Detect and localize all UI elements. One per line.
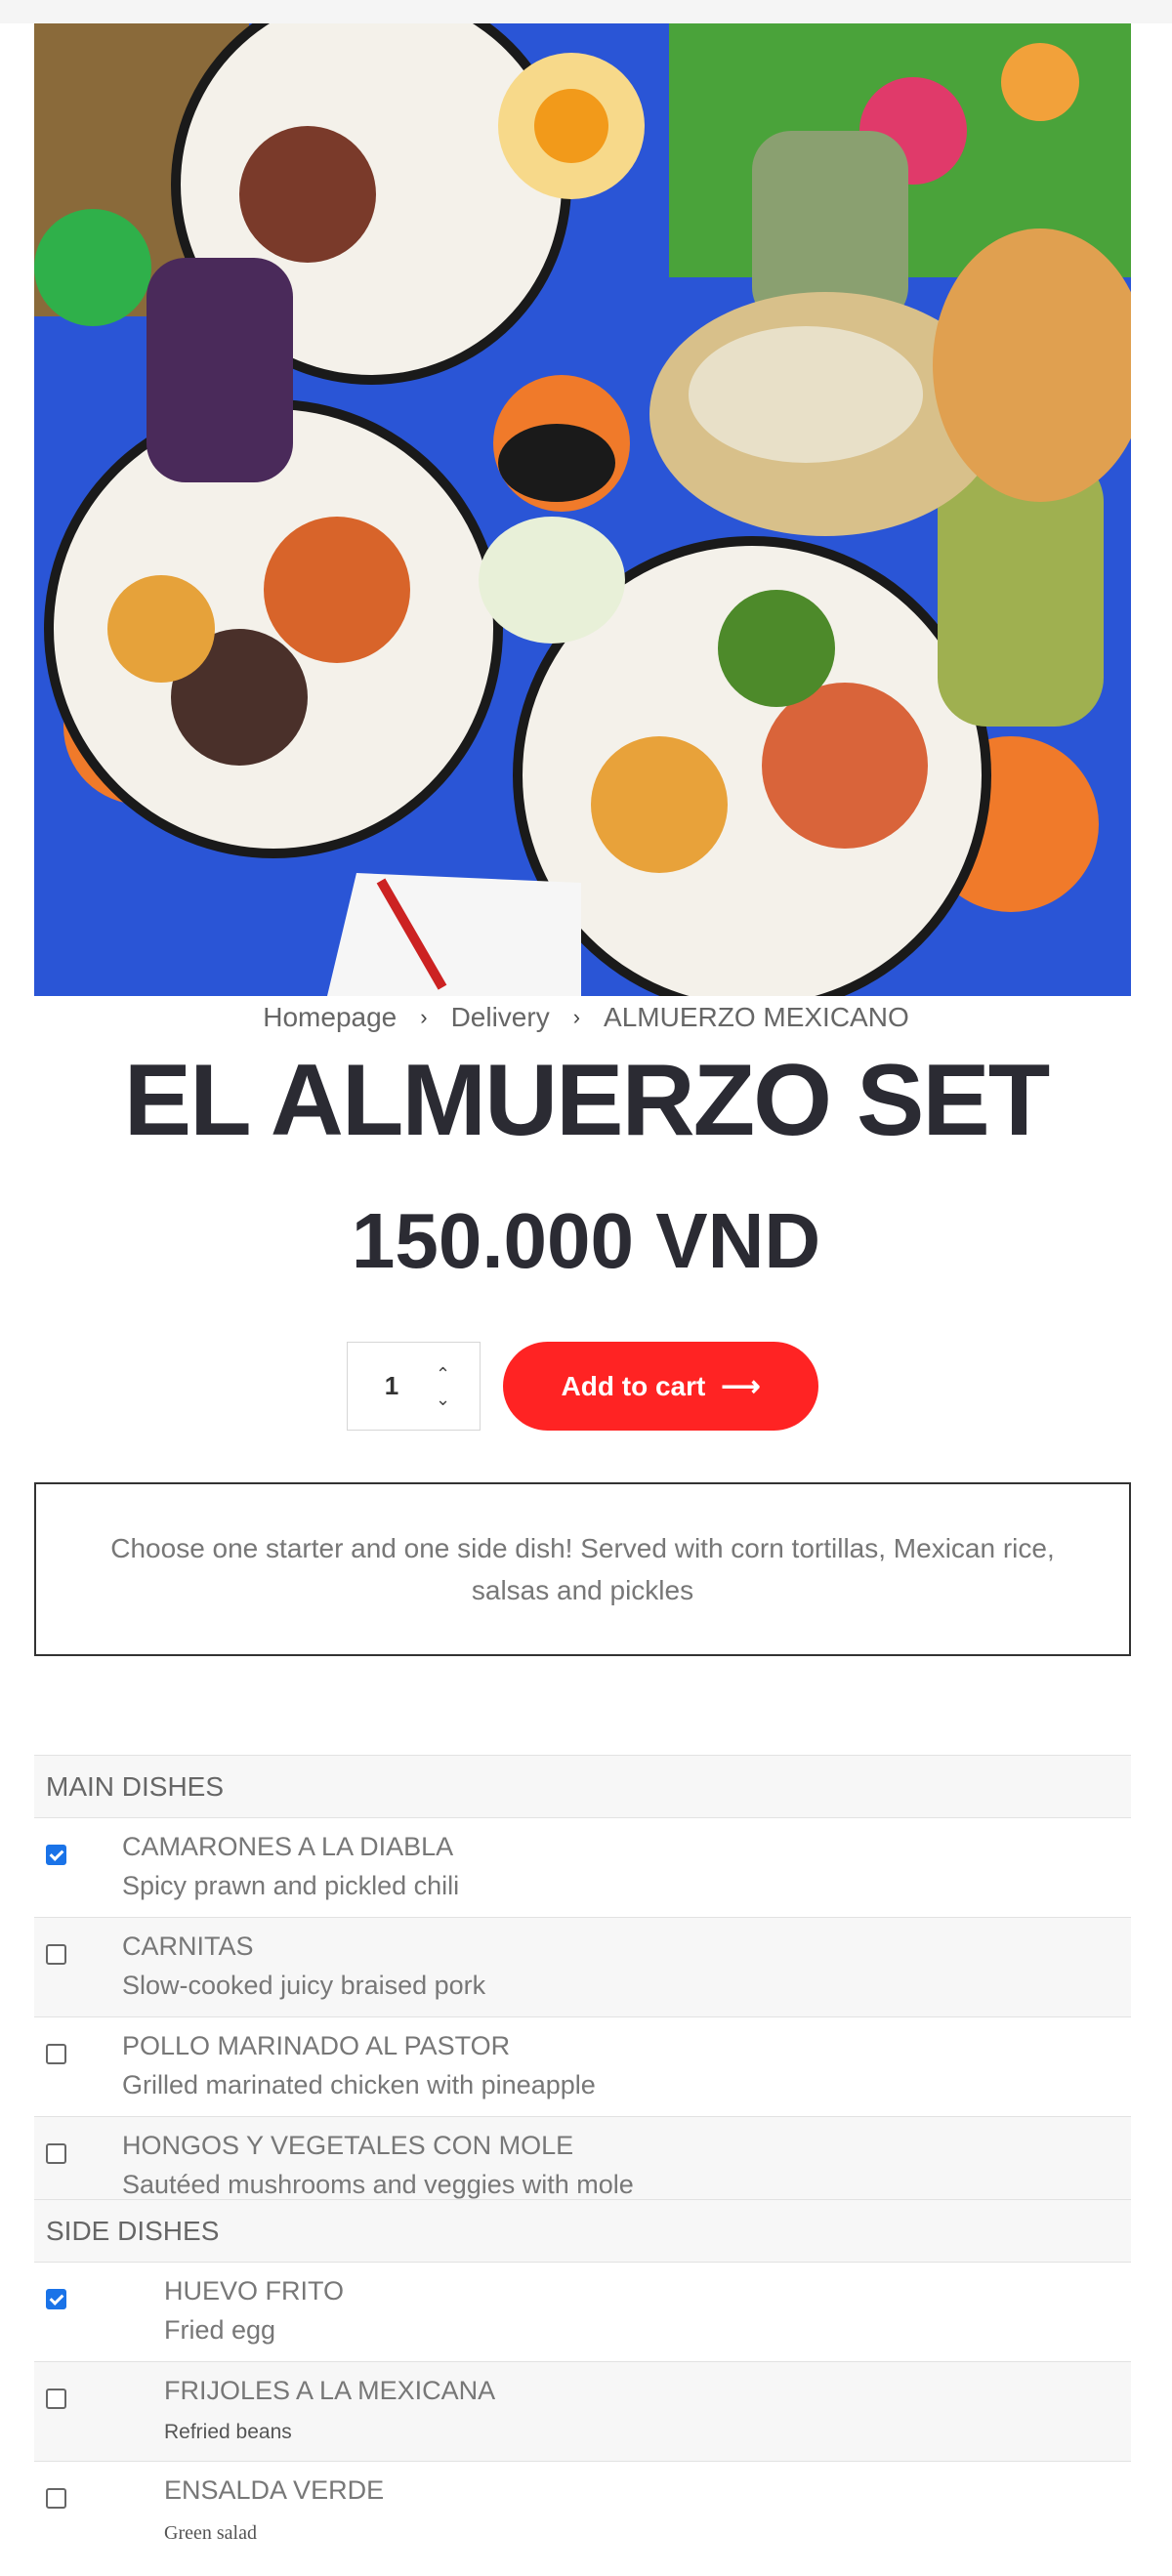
side-dishes-heading: SIDE DISHES: [34, 2199, 1131, 2263]
side-dish-checkbox[interactable]: [46, 2389, 66, 2409]
option-description: Sautéed mushrooms and veggies with mole: [122, 2170, 634, 2199]
side-dish-option[interactable]: ENSALDA VERDE Green salad: [34, 2462, 1131, 2561]
option-description: Grilled marinated chicken with pineapple: [122, 2070, 596, 2099]
chevron-down-icon[interactable]: ⌄: [436, 1391, 450, 1408]
chevron-up-icon[interactable]: ⌃: [436, 1365, 450, 1383]
main-dish-checkbox[interactable]: [46, 2044, 66, 2064]
breadcrumb-homepage-link[interactable]: Homepage: [263, 1002, 397, 1033]
option-description: Green salad: [164, 2522, 257, 2544]
side-dish-checkbox[interactable]: [46, 2289, 66, 2309]
option-name: HUEVO FRITO: [164, 2276, 345, 2306]
main-dish-checkbox[interactable]: [46, 1845, 66, 1865]
breadcrumb-delivery-link[interactable]: Delivery: [451, 1002, 550, 1033]
product-price: 150.000 VND: [351, 1197, 821, 1284]
quantity-stepper[interactable]: 1 ⌃ ⌄: [347, 1342, 481, 1431]
side-dish-checkbox[interactable]: [46, 2488, 66, 2509]
main-dish-checkbox[interactable]: [46, 1944, 66, 1965]
option-name: CAMARONES A LA DIABLA: [122, 1832, 454, 1861]
option-description: Spicy prawn and pickled chili: [122, 1871, 460, 1900]
option-description: Slow-cooked juicy braised pork: [122, 1971, 486, 2000]
arrow-right-icon: ⟶: [721, 1371, 761, 1401]
main-dish-option[interactable]: CAMARONES A LA DIABLA Spicy prawn and pi…: [34, 1818, 1131, 1918]
option-name: HONGOS Y VEGETALES CON MOLE: [122, 2131, 574, 2160]
quantity-value[interactable]: 1: [348, 1371, 436, 1401]
quantity-arrows: ⌃ ⌄: [436, 1365, 450, 1408]
product-description: Choose one starter and one side dish! Se…: [34, 1482, 1131, 1656]
option-name: POLLO MARINADO AL PASTOR: [122, 2031, 511, 2060]
option-description: Fried egg: [164, 2315, 276, 2345]
main-dish-option[interactable]: POLLO MARINADO AL PASTOR Grilled marinat…: [34, 2017, 1131, 2117]
add-to-cart-button[interactable]: Add to cart ⟶: [503, 1342, 818, 1431]
breadcrumb: Homepage › Delivery › ALMUERZO MEXICANO: [0, 996, 1172, 1039]
breadcrumb-current: ALMUERZO MEXICANO: [604, 1002, 909, 1032]
option-name: FRIJOLES A LA MEXICANA: [164, 2376, 496, 2405]
side-dish-option[interactable]: FRIJOLES A LA MEXICANA Refried beans: [34, 2362, 1131, 2462]
side-dish-option[interactable]: HUEVO FRITO Fried egg: [34, 2263, 1131, 2362]
main-dish-checkbox[interactable]: [46, 2143, 66, 2164]
main-dish-option[interactable]: CARNITAS Slow-cooked juicy braised pork: [34, 1918, 1131, 2017]
product-photo-illustration: [34, 23, 1131, 996]
chevron-right-icon: ›: [572, 1005, 581, 1029]
chevron-right-icon: ›: [420, 1005, 428, 1029]
add-to-cart-label: Add to cart: [561, 1370, 706, 1401]
main-dishes-heading: MAIN DISHES: [34, 1755, 1131, 1818]
product-title: EL ALMUERZO SET: [123, 1044, 1050, 1157]
option-name: ENSALDA VERDE: [164, 2475, 385, 2505]
option-name: CARNITAS: [122, 1932, 254, 1961]
product-image: [34, 23, 1131, 996]
top-bar: [0, 0, 1172, 23]
option-description: Refried beans: [164, 2421, 292, 2443]
